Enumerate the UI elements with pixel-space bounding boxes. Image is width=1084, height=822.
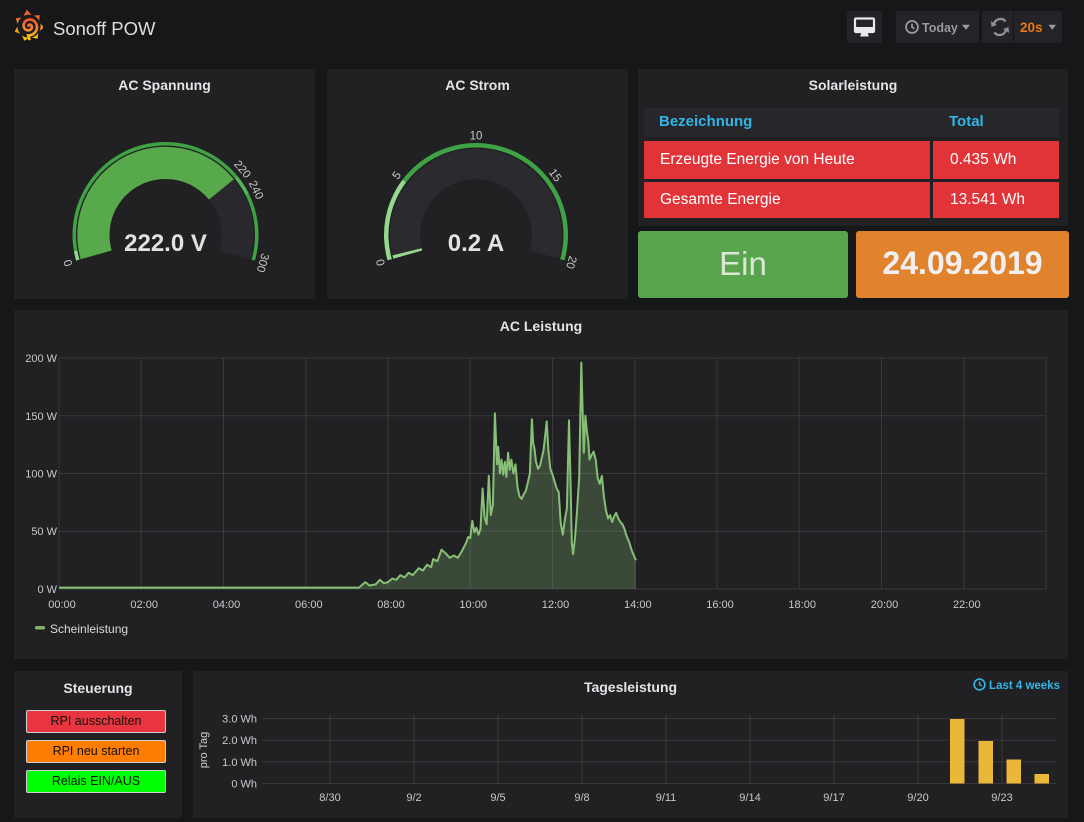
svg-text:5: 5 xyxy=(391,170,404,182)
svg-text:150 W: 150 W xyxy=(25,411,57,423)
svg-text:0.2 A: 0.2 A xyxy=(448,230,504,257)
svg-text:0 Wh: 0 Wh xyxy=(231,779,257,791)
svg-text:9/17: 9/17 xyxy=(823,792,844,804)
svg-text:3.0 Wh: 3.0 Wh xyxy=(222,714,257,726)
svg-text:50 W: 50 W xyxy=(31,526,57,538)
svg-text:9/23: 9/23 xyxy=(991,792,1012,804)
svg-text:10:00: 10:00 xyxy=(459,599,487,611)
svg-text:9/20: 9/20 xyxy=(907,792,928,804)
svg-text:9/2: 9/2 xyxy=(406,792,421,804)
svg-text:10: 10 xyxy=(470,131,483,143)
svg-text:22:00: 22:00 xyxy=(953,599,981,611)
svg-text:8/30: 8/30 xyxy=(319,792,340,804)
svg-text:00:00: 00:00 xyxy=(48,599,76,611)
svg-text:16:00: 16:00 xyxy=(706,599,734,611)
svg-text:100 W: 100 W xyxy=(25,469,57,481)
svg-text:18:00: 18:00 xyxy=(788,599,816,611)
svg-text:222.0 V: 222.0 V xyxy=(124,230,207,257)
svg-text:1.0 Wh: 1.0 Wh xyxy=(222,757,257,769)
svg-text:04:00: 04:00 xyxy=(213,599,241,611)
svg-text:14:00: 14:00 xyxy=(624,599,652,611)
svg-text:Today: Today xyxy=(922,21,958,35)
svg-text:20s: 20s xyxy=(1020,20,1043,35)
svg-text:9/14: 9/14 xyxy=(739,792,760,804)
svg-text:Scheinleistung: Scheinleistung xyxy=(50,622,128,636)
svg-text:0: 0 xyxy=(375,257,388,266)
svg-text:9/8: 9/8 xyxy=(574,792,589,804)
svg-text:0: 0 xyxy=(62,258,75,267)
svg-text:9/11: 9/11 xyxy=(656,792,677,804)
svg-text:0 W: 0 W xyxy=(37,584,57,596)
svg-text:02:00: 02:00 xyxy=(130,599,158,611)
svg-text:06:00: 06:00 xyxy=(295,599,323,611)
svg-text:200 W: 200 W xyxy=(25,353,57,365)
svg-text:pro Tag: pro Tag xyxy=(198,732,210,769)
svg-text:2.0 Wh: 2.0 Wh xyxy=(222,735,257,747)
svg-text:08:00: 08:00 xyxy=(377,599,405,611)
svg-text:20:00: 20:00 xyxy=(871,599,899,611)
svg-text:12:00: 12:00 xyxy=(542,599,570,611)
svg-text:9/5: 9/5 xyxy=(490,792,505,804)
